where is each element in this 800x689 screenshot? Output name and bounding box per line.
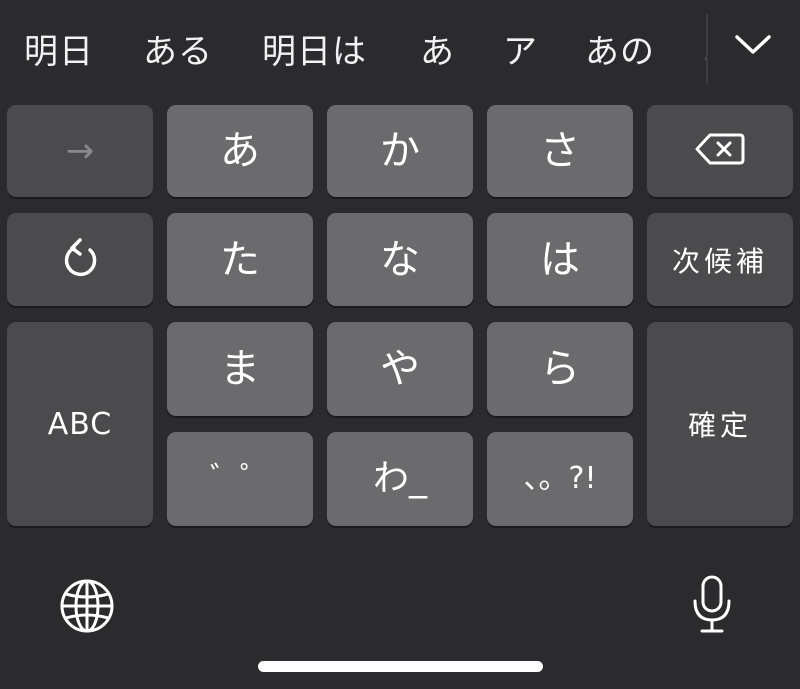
chevron-down-icon[interactable] (734, 30, 772, 60)
candidate-divider (706, 14, 708, 84)
key-label: 、。?! (523, 461, 597, 496)
delete-icon (695, 132, 745, 170)
key-label: わ_ (372, 458, 427, 499)
key-ha[interactable]: は (487, 213, 633, 306)
key-label: や (380, 346, 420, 392)
dakuten-key[interactable]: ゛゜ (167, 432, 313, 526)
confirm-key[interactable]: 確定 (647, 322, 793, 526)
key-ra[interactable]: ら (487, 322, 633, 416)
key-na[interactable]: な (327, 213, 473, 306)
key-label: あ (220, 128, 260, 174)
microphone-icon[interactable] (690, 574, 734, 640)
candidate-item[interactable]: 明日は (262, 30, 367, 74)
candidate-item[interactable]: あ (420, 30, 455, 74)
key-sa[interactable]: さ (487, 105, 633, 197)
key-label: 確定 (687, 409, 752, 442)
key-label: ら (540, 346, 580, 392)
key-ta[interactable]: た (167, 213, 313, 306)
key-ma[interactable]: ま (167, 322, 313, 416)
key-a[interactable]: あ (167, 105, 313, 197)
candidate-item[interactable]: ある (143, 30, 213, 74)
key-label: 次候補 (671, 244, 768, 278)
next-candidate-key[interactable]: 次候補 (647, 213, 793, 306)
key-ya[interactable]: や (327, 322, 473, 416)
key-wa[interactable]: わ_ (327, 432, 473, 526)
keyboard: 明日 ある 明日は あ ア あの あ → あ か さ (0, 0, 800, 689)
abc-mode-key[interactable]: ABC (7, 322, 153, 526)
key-label: た (220, 236, 260, 283)
arrow-right-icon: → (65, 131, 95, 171)
key-label: は (540, 236, 580, 283)
key-label: ABC (47, 406, 113, 442)
key-label: ま (220, 346, 260, 392)
key-ka[interactable]: か (327, 105, 473, 197)
undo-icon (60, 236, 100, 284)
candidate-bar: 明日 ある 明日は あ ア あの あ (0, 0, 800, 100)
cursor-right-key[interactable]: → (7, 105, 153, 197)
key-label: な (380, 236, 420, 283)
punctuation-key[interactable]: 、。?! (487, 432, 633, 526)
key-label: さ (540, 128, 580, 174)
home-indicator[interactable] (258, 661, 543, 672)
undo-key[interactable] (7, 213, 153, 306)
globe-icon[interactable] (59, 578, 115, 638)
candidate-item[interactable]: 明日 (24, 30, 94, 74)
candidate-item[interactable]: ア (503, 30, 538, 74)
candidate-item[interactable]: あの (585, 30, 655, 74)
key-label: ゛゜ (210, 461, 270, 496)
key-label: か (380, 128, 420, 174)
delete-key[interactable] (647, 105, 793, 197)
